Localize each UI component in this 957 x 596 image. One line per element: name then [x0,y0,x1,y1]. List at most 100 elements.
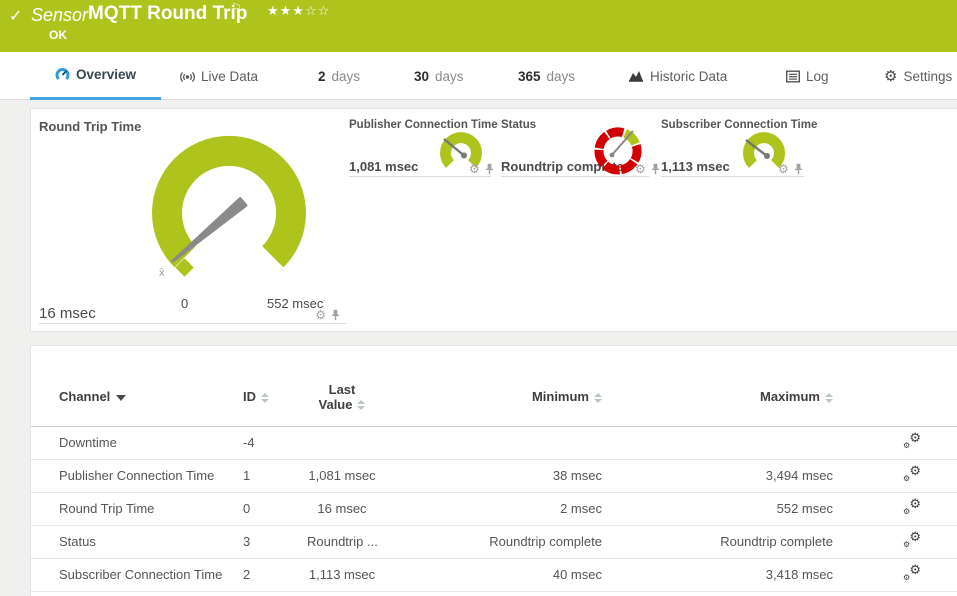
widget-footer: ⚙ [635,163,660,175]
gauge-scale-min: 0 [181,296,189,311]
gauge-value-round-trip: 16 msec [39,305,96,322]
sort-desc-icon[interactable] [116,394,127,401]
widget-footer: ⚙ [469,163,494,175]
channel-maximum: 3,418 msec [765,567,833,582]
tab-label: Historic Data [650,68,728,84]
widget-footer: ⚙ [778,163,803,175]
channel-id: 1 [243,468,251,483]
flag-icon[interactable]: ⚐ [231,1,242,15]
gauge-value-subscriber: 1,113 msec [661,159,730,174]
tab-label: Live Data [201,68,259,84]
column-header-minimum[interactable]: Minimum [532,389,589,404]
channel-settings-icon[interactable]: ⚙ ⚙ [903,431,921,450]
tab-historic-data[interactable]: Historic Data [628,52,727,100]
channel-id: -4 [243,435,255,450]
table-row-publisher-connection-time: Publisher Connection Time 1 1,081 msec 3… [31,459,957,492]
tab-overview[interactable]: Overview [30,52,161,100]
column-header-maximum[interactable]: Maximum [760,389,820,404]
gauge-value-publisher: 1,081 msec [349,159,419,174]
table-row-downtime: Downtime -4 ⚙ ⚙ [31,426,957,459]
channel-maximum: Roundtrip complete [720,534,833,549]
tab-number: 365 [518,68,541,84]
gauge-title-round-trip: Round Trip Time [39,119,142,134]
average-marker: x̄ [159,267,165,279]
log-list-icon [786,70,800,83]
pin-icon[interactable] [794,163,803,175]
broadcast-icon [180,71,195,82]
area-chart-icon [629,71,643,82]
gear-icon[interactable]: ⚙ [778,163,789,175]
channel-id: 2 [243,567,251,582]
priority-stars[interactable]: ★★★☆☆ [267,3,330,19]
pin-icon[interactable] [331,309,340,321]
sort-icon[interactable] [594,392,602,403]
channel-minimum: 38 msec [552,468,602,483]
sensor-header: ✓ Sensor MQTT Round Trip ⚐ ★★★☆☆ OK [0,0,957,52]
table-row-subscriber-connection-time: Subscriber Connection Time 2 1,113 msec … [31,558,957,591]
column-header-channel[interactable]: Channel [59,389,110,404]
channel-name: Round Trip Time [59,501,155,516]
channel-id: 0 [243,501,251,516]
column-header-last-value-line1[interactable]: Last [307,382,377,397]
gauges-panel: Round Trip Time x̄ 0 552 msec 16 msec ⚙ … [30,108,957,332]
column-header-last-value-line2[interactable]: Value [319,397,353,412]
tab-365-days[interactable]: 365 days [518,52,575,100]
channels-table-panel: Channel ID Last Value Minimum Maximum Do… [30,345,957,596]
channel-settings-icon[interactable]: ⚙ ⚙ [903,497,921,516]
channel-last-value: 16 msec [317,501,367,516]
table-row-status: Status 3 Roundtrip ... Roundtrip complet… [31,525,957,558]
tab-2-days[interactable]: 2 days [318,52,360,100]
channel-settings-icon[interactable]: ⚙ ⚙ [903,464,921,483]
channel-minimum [377,426,602,459]
gear-icon[interactable]: ⚙ [635,163,646,175]
tab-label: Log [806,68,829,84]
gear-icon[interactable]: ⚙ [469,163,480,175]
widget-footer: ⚙ [315,309,340,321]
tab-label: Settings [903,68,953,84]
gear-icon: ⚙ [884,67,898,85]
channel-name: Subscriber Connection Time [59,567,223,582]
tab-number: 2 [318,68,326,84]
channel-name: Publisher Connection Time [59,468,215,483]
tab-unit: days [546,68,576,84]
tab-30-days[interactable]: 30 days [414,52,464,100]
table-header-row: Channel ID Last Value Minimum Maximum [31,346,957,426]
object-kind-label: Sensor [31,5,89,25]
gauge-title-status: Status [501,119,537,131]
tab-live-data[interactable]: Live Data [180,52,258,100]
channel-last-value: 1,113 msec [308,567,376,582]
channel-minimum: 2 msec [560,501,602,516]
channel-maximum: 552 msec [776,501,833,516]
channel-last-value: 1,081 msec [308,468,376,483]
sort-icon[interactable] [357,400,366,411]
tab-label: Overview [75,67,137,82]
channel-maximum: 3,494 msec [765,468,833,483]
table-row-round-trip-time: Round Trip Time 0 16 msec 2 msec 552 mse… [31,492,957,525]
sensor-title: MQTT Round Trip [88,3,248,24]
channel-last-value: Roundtrip ... [307,534,377,549]
prtg-sensor-page: ✓ Sensor MQTT Round Trip ⚐ ★★★☆☆ OK Over… [0,0,957,596]
channel-minimum: 40 msec [552,567,602,582]
gauge-icon [55,68,70,80]
channels-table: Channel ID Last Value Minimum Maximum Do… [31,346,957,592]
tab-log[interactable]: Log [786,52,829,100]
tab-unit: days [435,68,464,84]
pin-icon[interactable] [485,163,494,175]
channel-name: Downtime [59,435,117,450]
pin-icon[interactable] [651,163,660,175]
sort-icon[interactable] [825,392,833,403]
sort-icon[interactable] [261,392,269,403]
tab-bar: Overview Live Data 2 days 30 days 365 da… [0,52,957,100]
tab-unit: days [331,68,361,84]
channel-id: 3 [243,534,251,549]
tab-settings[interactable]: ⚙ Settings [884,52,952,100]
channel-maximum [602,426,833,459]
channel-settings-icon[interactable]: ⚙ ⚙ [903,530,921,549]
gear-icon[interactable]: ⚙ [315,309,326,321]
channel-last-value [307,426,377,459]
channel-settings-icon[interactable]: ⚙ ⚙ [903,563,921,582]
round-trip-gauge [152,136,306,277]
column-header-id[interactable]: ID [243,389,256,404]
status-ok-check-icon: ✓ [9,8,23,25]
tab-number: 30 [414,68,430,84]
